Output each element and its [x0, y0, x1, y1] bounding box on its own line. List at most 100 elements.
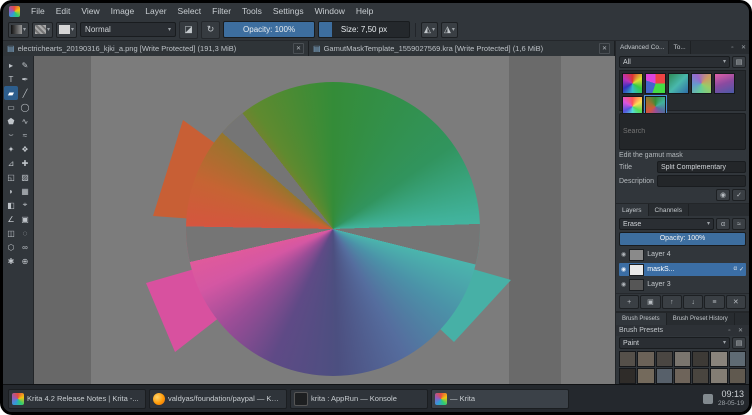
- close-icon[interactable]: ✕: [293, 43, 304, 54]
- menu-edit[interactable]: Edit: [51, 5, 76, 17]
- close-icon[interactable]: ✕: [738, 41, 749, 54]
- brush-preset-thumbnail[interactable]: [692, 351, 710, 367]
- polyline-tool[interactable]: ∿: [18, 114, 32, 128]
- gradient-chooser-button[interactable]: ▾: [8, 21, 30, 38]
- brush-size-slider[interactable]: Size: 7,50 px: [318, 21, 411, 38]
- layer-row-selected[interactable]: ◉ maskS... α ✓: [619, 263, 746, 276]
- tab-brush-presets[interactable]: Brush Presets: [616, 313, 667, 325]
- search-input[interactable]: [619, 113, 746, 150]
- measure-tool[interactable]: ∠: [4, 212, 18, 226]
- rect-select-tool[interactable]: ◫: [4, 226, 18, 240]
- inherit-alpha-button[interactable]: ≈: [732, 218, 746, 230]
- taskbar-item-krita[interactable]: — Krita: [431, 388, 569, 409]
- shape-select-tool[interactable]: ▸: [4, 58, 18, 72]
- edit-shapes-tool[interactable]: ✎: [18, 58, 32, 72]
- duplicate-layer-button[interactable]: ▣: [640, 295, 661, 309]
- menu-image[interactable]: Image: [106, 5, 140, 17]
- polygon-select-tool[interactable]: ⬡: [4, 240, 18, 254]
- layer-properties-button[interactable]: ≡: [704, 295, 725, 309]
- polygon-tool[interactable]: ⬟: [4, 114, 18, 128]
- menu-tools[interactable]: Tools: [237, 5, 267, 17]
- eraser-mode-button[interactable]: ◪: [179, 20, 199, 39]
- similar-select-tool[interactable]: ✱: [4, 254, 18, 268]
- line-tool[interactable]: ╱: [18, 86, 32, 100]
- title-field[interactable]: [657, 161, 746, 173]
- taskbar-item-konsole[interactable]: krita : AppRun — Konsole: [290, 388, 428, 409]
- tag-button[interactable]: ▤: [732, 337, 746, 349]
- move-tool[interactable]: ✚: [18, 156, 32, 170]
- blend-mode-dropdown[interactable]: Normal ▾: [80, 22, 177, 37]
- brush-preset-thumbnail[interactable]: [637, 351, 655, 367]
- gamut-mask-thumbnail[interactable]: [668, 73, 689, 94]
- zoom-tool[interactable]: ⊕: [18, 254, 32, 268]
- menu-select[interactable]: Select: [173, 5, 207, 17]
- move-layer-down-button[interactable]: ↓: [682, 295, 704, 309]
- dynamic-brush-tool[interactable]: ✦: [4, 142, 18, 156]
- gamut-mask-thumbnail[interactable]: [691, 73, 712, 94]
- freehand-brush-tool[interactable]: ▰: [4, 86, 18, 100]
- dock-tab-to[interactable]: To...: [669, 41, 691, 54]
- close-icon[interactable]: ✕: [599, 43, 610, 54]
- mirror-vertical-button[interactable]: ◮ ▾: [440, 21, 458, 38]
- calligraphy-tool[interactable]: ✒: [18, 72, 32, 86]
- fill-tool[interactable]: ◧: [4, 198, 18, 212]
- gradient-tool[interactable]: ▨: [18, 170, 32, 184]
- brush-preset-thumbnail[interactable]: [728, 351, 746, 367]
- pattern-tool[interactable]: ▦: [18, 184, 32, 198]
- layer-blend-mode-dropdown[interactable]: Erase ▾: [619, 218, 714, 230]
- eye-icon[interactable]: ◉: [621, 266, 626, 273]
- taskbar-item-kmail[interactable]: valdyas/foundation/paypal — KM...: [149, 388, 287, 409]
- description-field[interactable]: [657, 175, 746, 187]
- gamut-mask-thumbnail[interactable]: [622, 73, 643, 94]
- bezier-tool[interactable]: ⌣: [4, 128, 18, 142]
- dock-tab-advanced-color[interactable]: Advanced Co...: [616, 41, 670, 54]
- alpha-lock-button[interactable]: α: [716, 218, 730, 230]
- tag-button[interactable]: ▤: [732, 56, 746, 68]
- text-tool[interactable]: T: [4, 72, 18, 86]
- eye-icon[interactable]: ◉: [621, 281, 626, 288]
- layer-row[interactable]: ◉ Layer 3: [619, 278, 746, 291]
- multibrush-tool[interactable]: ❖: [18, 142, 32, 156]
- menu-layer[interactable]: Layer: [140, 5, 171, 17]
- brush-preset-thumbnail[interactable]: [619, 351, 637, 367]
- taskbar-item-release-notes[interactable]: Krita 4.2 Release Notes | Krita -...: [8, 388, 146, 409]
- gamut-mask-thumbnail[interactable]: [645, 73, 666, 94]
- brush-preset-thumbnail[interactable]: [655, 351, 673, 367]
- gamut-filter-dropdown[interactable]: All ▾: [619, 56, 730, 68]
- menu-view[interactable]: View: [76, 5, 104, 17]
- clock[interactable]: 09:13 28-05-19: [718, 389, 744, 408]
- canvas-viewport[interactable]: [34, 56, 615, 384]
- system-tray-icon[interactable]: [702, 393, 713, 404]
- ellipse-tool[interactable]: ◯: [18, 100, 32, 114]
- menu-help[interactable]: Help: [351, 5, 378, 17]
- transform-tool[interactable]: ⊿: [4, 156, 18, 170]
- brush-preset-thumbnail[interactable]: [655, 368, 673, 384]
- brush-preset-thumbnail[interactable]: [710, 368, 728, 384]
- pattern-chooser-button[interactable]: ▾: [32, 21, 54, 38]
- crop-tool[interactable]: ◱: [4, 170, 18, 184]
- color-sampler-tool[interactable]: ◗: [4, 184, 18, 198]
- brush-preset-thumbnail[interactable]: [673, 351, 692, 367]
- brush-preset-thumbnail[interactable]: [692, 368, 710, 384]
- tab-layers[interactable]: Layers: [616, 204, 649, 216]
- freehand-select-tool[interactable]: ∞: [18, 240, 32, 254]
- brush-preset-thumbnail[interactable]: [619, 368, 637, 384]
- eye-icon[interactable]: ◉: [621, 251, 626, 258]
- layer-row[interactable]: ◉ Layer 4: [619, 248, 746, 261]
- preview-mask-button[interactable]: ◉: [716, 189, 730, 201]
- gamut-mask-thumbnail[interactable]: [714, 73, 735, 94]
- tab-brush-preset-history[interactable]: Brush Preset History: [667, 313, 735, 325]
- delete-layer-button[interactable]: ✕: [725, 295, 746, 309]
- rectangle-tool[interactable]: ▭: [4, 100, 18, 114]
- reload-preset-button[interactable]: ↻: [201, 20, 221, 39]
- move-layer-up-button[interactable]: ↑: [661, 295, 682, 309]
- float-docker-icon[interactable]: ▫: [727, 41, 738, 54]
- color-chooser-button[interactable]: ▾: [56, 21, 78, 38]
- assistants-tool[interactable]: ⌖: [18, 198, 32, 212]
- apply-mask-button[interactable]: ✓: [732, 189, 746, 201]
- tab-channels[interactable]: Channels: [649, 204, 689, 216]
- ellipse-select-tool[interactable]: ◌: [18, 226, 32, 240]
- brush-preset-thumbnail[interactable]: [710, 351, 728, 367]
- close-icon[interactable]: ✕: [735, 327, 746, 334]
- brush-preset-thumbnail[interactable]: [728, 368, 746, 384]
